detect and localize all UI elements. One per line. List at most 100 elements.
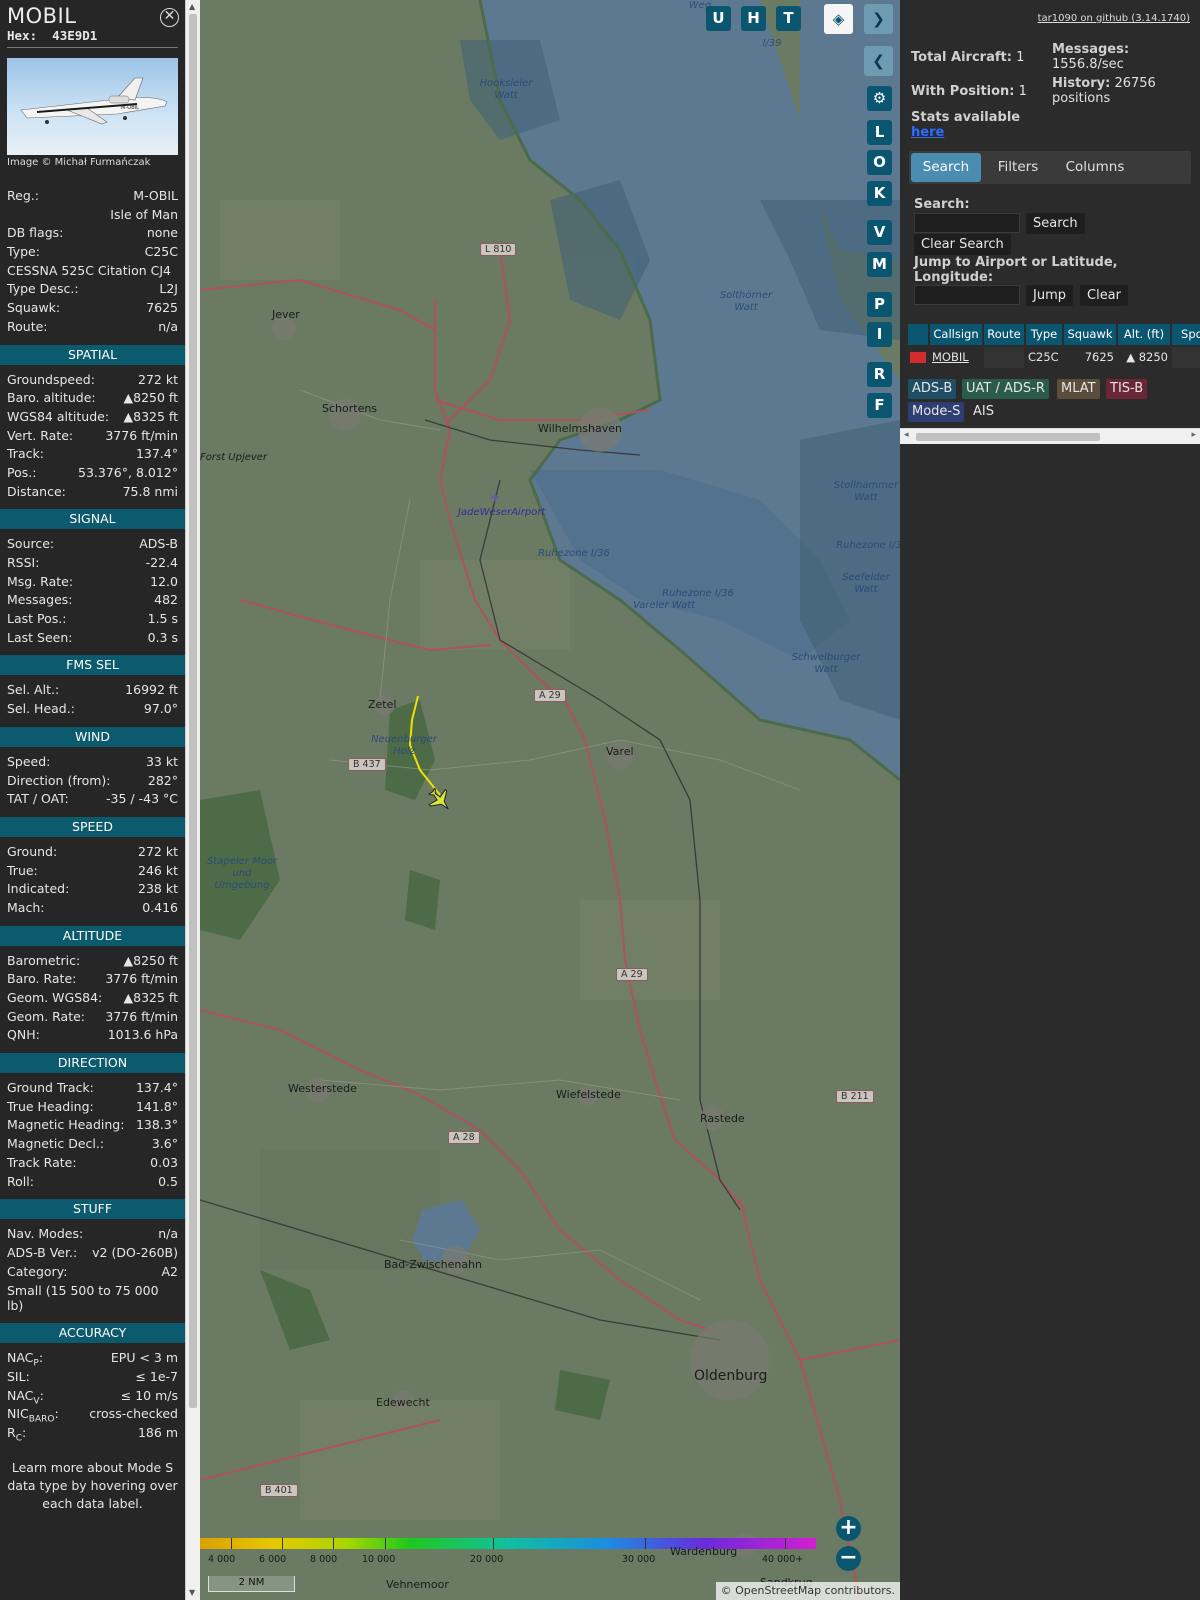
info-label[interactable]: Roll:	[7, 1173, 34, 1192]
info-label[interactable]: ADS-B Ver.:	[7, 1244, 77, 1263]
table-row[interactable]	[908, 347, 928, 368]
info-row: Geom. Rate: 3776 ft/min	[0, 1008, 185, 1027]
scroll-left-arrow-icon[interactable]: ◂	[904, 430, 909, 440]
info-label[interactable]: Sel. Head.:	[7, 700, 75, 719]
scroll-right-arrow-icon[interactable]: ▸	[1191, 430, 1196, 440]
hscroll-thumb[interactable]	[916, 433, 1100, 441]
info-label[interactable]: Track Rate:	[7, 1154, 77, 1173]
map-toolbar-button-t[interactable]: T	[776, 6, 801, 31]
map-side-button-v[interactable]: V	[867, 220, 892, 245]
collapse-left-icon[interactable]: ❮	[864, 46, 893, 76]
source-chip-uat[interactable]: UAT / ADS-R	[962, 379, 1049, 399]
close-icon[interactable]: ✕	[160, 8, 179, 27]
info-label[interactable]: Ground:	[7, 843, 57, 862]
table-header-route[interactable]: Route	[984, 324, 1024, 345]
info-label[interactable]: NICBARO:	[7, 1405, 59, 1425]
info-label[interactable]: Msg. Rate:	[7, 573, 73, 592]
info-label[interactable]: Category:	[7, 1263, 67, 1282]
source-chip-adsb[interactable]: ADS-B	[908, 379, 957, 399]
aircraft-photo[interactable]: M-OBIL	[7, 58, 178, 155]
tab-search[interactable]: Search	[911, 153, 981, 182]
info-label[interactable]: Last Pos.:	[7, 610, 66, 629]
jump-button[interactable]: Jump	[1026, 285, 1073, 306]
table-header-altitude[interactable]: Alt. (ft)	[1118, 324, 1170, 345]
info-label[interactable]: SIL:	[7, 1368, 30, 1387]
table-header-type[interactable]: Type	[1026, 324, 1062, 345]
info-label[interactable]: Pos.:	[7, 464, 36, 483]
tab-filters[interactable]: Filters	[985, 153, 1051, 182]
source-chip-ais[interactable]: AIS	[969, 402, 998, 422]
info-label[interactable]: True:	[7, 862, 38, 881]
map-side-button-m[interactable]: M	[867, 252, 892, 277]
info-label[interactable]: Baro. altitude:	[7, 389, 96, 408]
info-label[interactable]: Geom. WGS84:	[7, 989, 102, 1008]
info-label[interactable]: Vert. Rate:	[7, 427, 73, 446]
table-header-squawk[interactable]: Squawk	[1064, 324, 1116, 345]
info-label[interactable]: Ground Track:	[7, 1079, 94, 1098]
jump-input[interactable]	[914, 285, 1020, 305]
map-toolbar-button-u[interactable]: U	[706, 6, 731, 31]
github-link[interactable]: tar1090 on github (3.14.1740)	[1038, 13, 1190, 24]
info-label[interactable]: Magnetic Heading:	[7, 1116, 124, 1135]
table-horizontal-scrollbar[interactable]: ◂ ▸	[900, 428, 1200, 444]
detail-value[interactable]: M-OBIL	[133, 187, 178, 206]
altitude-scale-tick-mark	[282, 1538, 283, 1549]
info-label[interactable]: QNH:	[7, 1026, 40, 1045]
info-label[interactable]: Geom. Rate:	[7, 1008, 85, 1027]
map-view[interactable]: ✈ Jever Schortens Wilhelmshaven JadeWeserAi…	[200, 0, 900, 1600]
source-chip-tisb[interactable]: TIS-B	[1106, 379, 1148, 399]
info-label[interactable]: RC:	[7, 1424, 26, 1444]
map-attribution[interactable]: © OpenStreetMap contributors.	[715, 1582, 900, 1600]
layers-icon[interactable]: ◈	[824, 4, 853, 34]
info-label[interactable]: Track:	[7, 445, 44, 464]
info-label[interactable]: Direction (from):	[7, 772, 111, 791]
info-label[interactable]: Messages:	[7, 591, 73, 610]
map-side-button-r[interactable]: R	[867, 362, 892, 387]
source-chip-modes[interactable]: Mode-S	[908, 402, 965, 422]
zoom-in-icon[interactable]: +	[836, 1516, 861, 1541]
map-side-button-p[interactable]: P	[867, 292, 892, 317]
info-label[interactable]: Mach:	[7, 899, 44, 918]
search-input[interactable]	[914, 213, 1020, 233]
info-label[interactable]: Last Seen:	[7, 629, 72, 648]
scrollbar-thumb[interactable]	[189, 14, 197, 1408]
scroll-down-arrow-icon[interactable]: ▼	[189, 1588, 195, 1597]
info-label[interactable]: Indicated:	[7, 880, 69, 899]
source-chip-mlat[interactable]: MLAT	[1057, 379, 1100, 399]
clear-search-button[interactable]: Clear Search	[914, 234, 1011, 255]
info-label[interactable]: Magnetic Decl.:	[7, 1135, 104, 1154]
info-label[interactable]: Nav. Modes:	[7, 1225, 83, 1244]
map-side-button-i[interactable]: I	[867, 322, 892, 347]
info-label[interactable]: True Heading:	[7, 1098, 94, 1117]
map-side-button-o[interactable]: O	[867, 150, 892, 175]
expand-right-icon[interactable]: ❯	[864, 4, 893, 34]
info-panel-scrollbar[interactable]: ▲ ▼	[185, 0, 200, 1600]
info-label[interactable]: NACV:	[7, 1387, 44, 1407]
info-label[interactable]: Speed:	[7, 753, 50, 772]
info-label[interactable]: Baro. Rate:	[7, 970, 76, 989]
scroll-up-arrow-icon[interactable]: ▲	[189, 2, 195, 11]
info-label[interactable]: NACP:	[7, 1349, 43, 1369]
table-header-callsign[interactable]: Callsign	[930, 324, 982, 345]
info-label[interactable]: Small (15 500 to 75 000 lb)	[7, 1283, 178, 1313]
map-toolbar-button-h[interactable]: H	[741, 6, 766, 31]
map-side-button-k[interactable]: K	[867, 181, 892, 206]
info-label[interactable]: WGS84 altitude:	[7, 408, 109, 427]
info-label[interactable]: Barometric:	[7, 952, 80, 971]
info-label[interactable]: Source:	[7, 535, 54, 554]
table-cell-callsign[interactable]: MOBIL	[930, 347, 982, 368]
table-header-speed[interactable]: Spd	[1172, 324, 1200, 345]
info-label[interactable]: Groundspeed:	[7, 371, 95, 390]
info-label[interactable]: RSSI:	[7, 554, 39, 573]
stats-here-link[interactable]: here	[911, 125, 944, 140]
info-label[interactable]: TAT / OAT:	[7, 790, 69, 809]
info-label[interactable]: Sel. Alt.:	[7, 681, 59, 700]
tab-columns[interactable]: Columns	[1055, 153, 1135, 182]
settings-gear-icon[interactable]: ⚙	[867, 86, 892, 111]
zoom-out-icon[interactable]: −	[836, 1546, 861, 1571]
clear-jump-button[interactable]: Clear	[1080, 285, 1128, 306]
search-button[interactable]: Search	[1026, 213, 1085, 234]
info-label[interactable]: Distance:	[7, 483, 66, 502]
map-side-button-f[interactable]: F	[867, 393, 892, 418]
map-side-button-l[interactable]: L	[867, 120, 892, 145]
